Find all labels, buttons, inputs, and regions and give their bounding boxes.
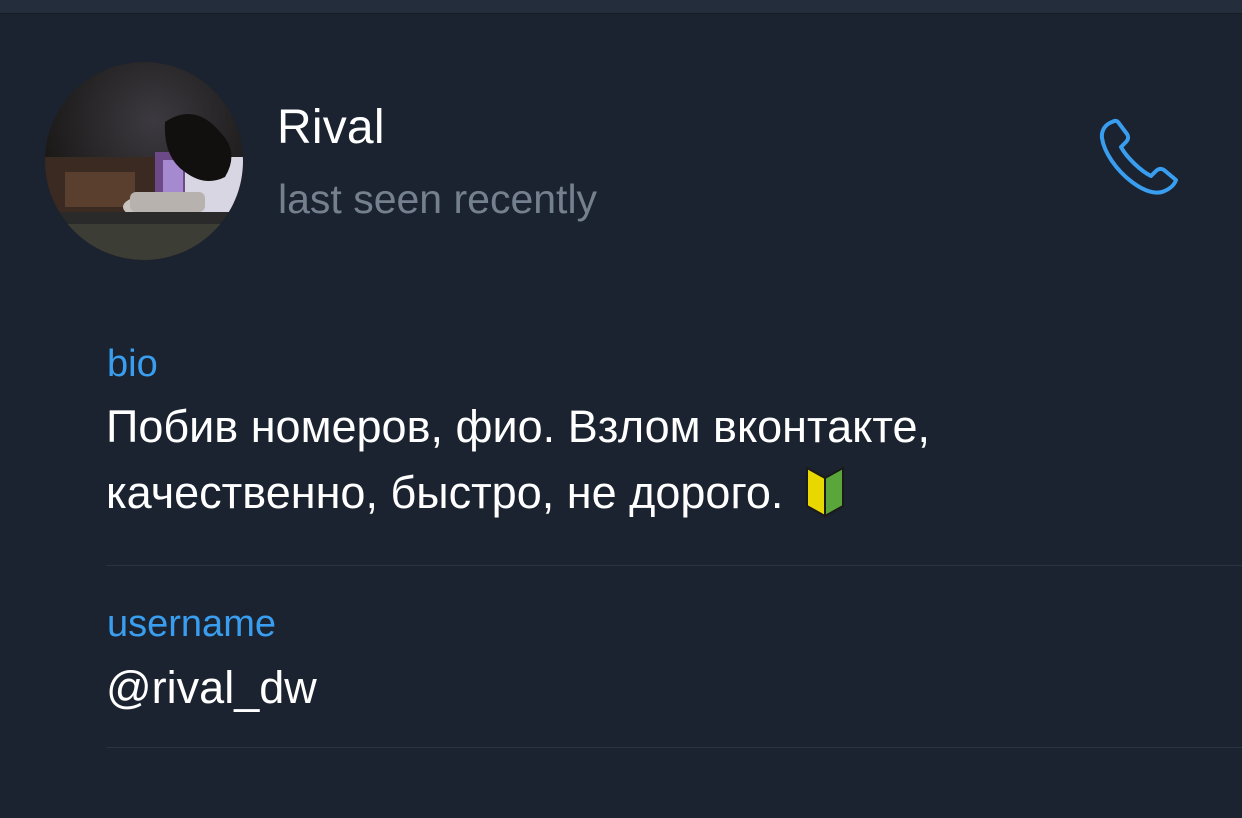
bio-text[interactable]: Побив номеров, фио. Взлом вконтакте, кач… <box>106 394 1206 536</box>
beginner-badge-icon <box>803 466 847 536</box>
bio-line-1: Побив номеров, фио. Взлом вконтакте, <box>106 401 930 452</box>
call-button[interactable] <box>1094 114 1184 200</box>
profile-name: Rival <box>277 101 385 154</box>
phone-icon <box>1099 118 1178 195</box>
divider <box>106 747 1242 748</box>
username-label: username <box>107 603 276 645</box>
username-value[interactable]: @rival_dw <box>106 655 317 721</box>
divider <box>106 565 1242 566</box>
avatar-photo <box>45 62 243 260</box>
last-seen-status: last seen recently <box>278 176 598 222</box>
top-bar <box>0 0 1242 14</box>
bio-line-2-text: качественно, быстро, не дорого. <box>106 467 784 518</box>
bio-line-2: качественно, быстро, не дорого. <box>106 460 1206 536</box>
bio-label: bio <box>107 343 158 385</box>
avatar[interactable] <box>45 62 243 260</box>
